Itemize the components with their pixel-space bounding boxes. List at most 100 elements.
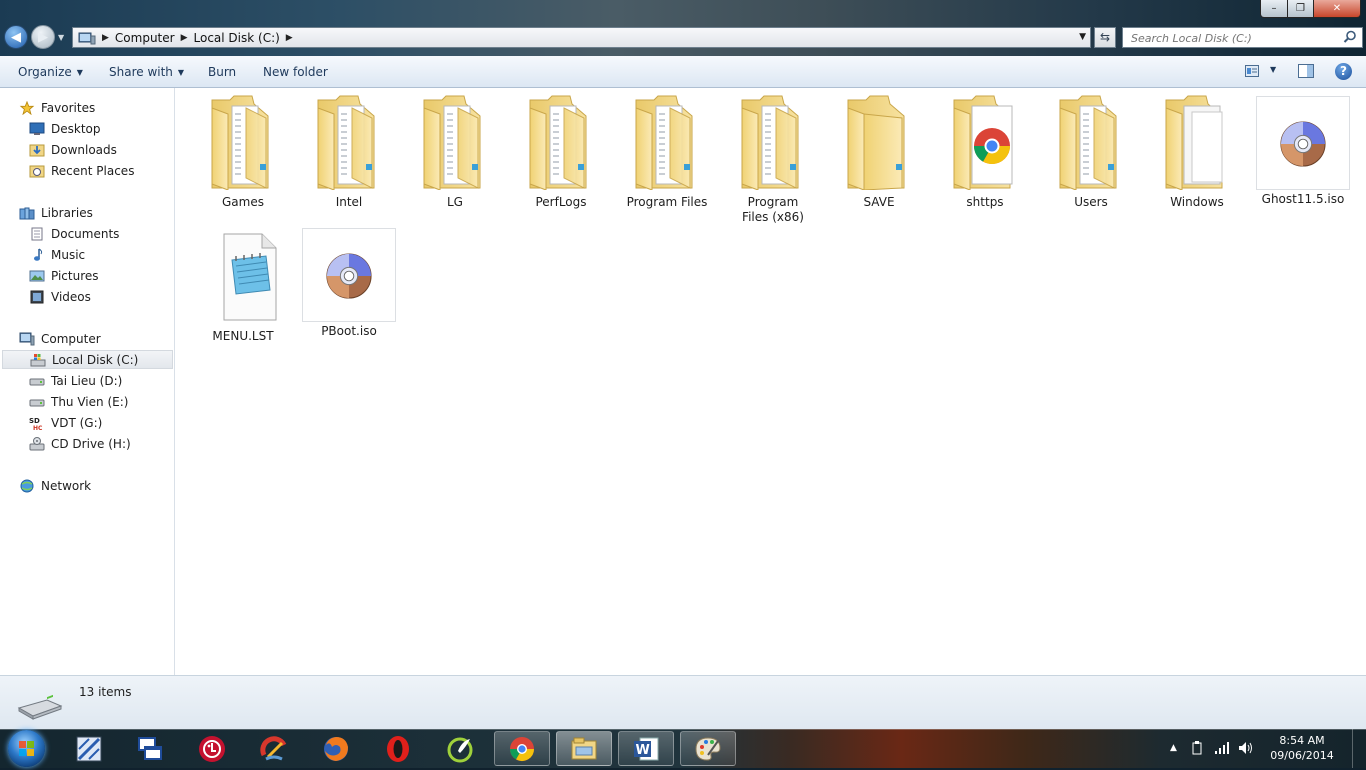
breadcrumb-local-disk[interactable]: Local Disk (C:) <box>194 31 280 45</box>
new-folder-button[interactable]: New folder <box>263 65 328 79</box>
nav-computer[interactable]: Computer <box>19 329 101 348</box>
nav-item-desktop[interactable]: Desktop <box>29 119 101 138</box>
paint-palette-icon <box>695 736 721 761</box>
nav-item-downloads[interactable]: Downloads <box>29 140 117 159</box>
show-desktop-button[interactable] <box>1352 729 1366 768</box>
nav-item-local-disk-c[interactable]: Local Disk (C:) <box>2 350 173 369</box>
start-button[interactable] <box>8 730 45 767</box>
file-menu-lst[interactable]: MENU.LST <box>192 230 294 344</box>
close-button[interactable]: ✕ <box>1313 0 1361 18</box>
nav-item-videos[interactable]: Videos <box>29 287 91 306</box>
taskbar-paint[interactable] <box>680 731 736 766</box>
nav-item-tai-lieu-d[interactable]: Tai Lieu (D:) <box>29 371 122 390</box>
breadcrumb-separator[interactable]: ▶ <box>102 33 109 43</box>
windows-logo-icon <box>19 741 34 756</box>
explorer-folder-icon <box>571 737 597 759</box>
disc-image-icon <box>1279 120 1327 168</box>
recent-pages-dropdown[interactable]: ▼ <box>58 33 64 42</box>
taskbar-ccleaner[interactable] <box>246 731 302 766</box>
status-bar: 13 items <box>0 675 1366 729</box>
folder-label: Games <box>222 195 264 209</box>
address-bar[interactable]: ▶ Computer ▶ Local Disk (C:) ▶ ▼ <box>72 27 1091 48</box>
tray-clock[interactable]: 8:54 AM 09/06/2014 <box>1268 733 1336 763</box>
taskbar-explorer[interactable] <box>556 731 612 766</box>
folder-perflogs[interactable]: PerfLogs <box>510 94 612 210</box>
svg-text:W: W <box>636 743 650 758</box>
window-titlebar: – ❐ ✕ ◀ ▶ ▼ ▶ Computer ▶ Local Disk (C:)… <box>0 0 1366 56</box>
windows-drive-icon <box>30 353 46 366</box>
nav-item-label: Recent Places <box>51 163 135 178</box>
folder-games[interactable]: Games <box>192 94 294 210</box>
folder-program-files-x86[interactable]: Program Files (x86) <box>722 94 824 225</box>
chrome-icon <box>510 736 534 761</box>
help-icon[interactable]: ? <box>1335 63 1352 80</box>
nav-item-documents[interactable]: Documents <box>29 224 119 243</box>
folder-windows[interactable]: Windows <box>1146 94 1248 210</box>
file-label: MENU.LST <box>212 329 274 343</box>
change-view-icon[interactable] <box>1245 65 1259 77</box>
file-ghost-iso[interactable]: Ghost11.5.iso <box>1252 96 1354 207</box>
address-dropdown-button[interactable]: ▼ <box>1079 32 1086 42</box>
search-icon[interactable] <box>1343 30 1357 44</box>
folder-users[interactable]: Users <box>1040 94 1142 210</box>
nav-network[interactable]: Network <box>19 476 91 495</box>
breadcrumb-separator[interactable]: ▶ <box>286 33 293 43</box>
network-signal-icon[interactable] <box>1214 741 1230 755</box>
show-hidden-icons-button[interactable]: ▲ <box>1170 743 1177 753</box>
window-stack-icon <box>138 736 162 760</box>
folder-icon <box>632 94 702 190</box>
breadcrumb-computer[interactable]: Computer <box>115 31 175 45</box>
nav-item-label: Tai Lieu (D:) <box>51 373 123 388</box>
folder-shttps[interactable]: shttps <box>934 94 1036 210</box>
folder-save[interactable]: SAVE <box>828 94 930 210</box>
taskbar-app-2[interactable] <box>122 731 178 766</box>
nav-item-vdt-g[interactable]: SD HC VDT (G:) <box>29 413 102 432</box>
refresh-button[interactable]: ⇆ <box>1094 27 1116 48</box>
taskbar-app-green[interactable] <box>432 731 488 766</box>
file-pboot-iso[interactable]: PBoot.iso <box>298 228 400 339</box>
leaf-app-icon <box>447 737 473 762</box>
taskbar-firefox[interactable] <box>308 731 364 766</box>
chevron-down-icon: ▼ <box>177 68 185 77</box>
folder-lg[interactable]: LG <box>404 94 506 210</box>
folder-icon <box>208 94 278 190</box>
view-options-dropdown[interactable]: ▼ <box>1270 65 1276 74</box>
search-input[interactable] <box>1123 28 1349 48</box>
taskbar-opera[interactable] <box>370 731 426 766</box>
organize-button[interactable]: Organize ▼ <box>18 65 83 79</box>
hard-drive-icon <box>29 378 45 385</box>
taskbar-chrome[interactable] <box>494 731 550 766</box>
volume-icon[interactable] <box>1238 741 1254 755</box>
nav-favorites[interactable]: Favorites <box>19 98 95 117</box>
nav-item-recent-places[interactable]: Recent Places <box>29 161 134 180</box>
nav-item-music[interactable]: Music <box>29 245 85 264</box>
organize-label: Organize <box>18 65 72 79</box>
forward-button[interactable]: ▶ <box>31 25 55 49</box>
folder-program-files[interactable]: Program Files <box>616 94 718 210</box>
usb-device-icon[interactable] <box>1190 741 1204 755</box>
minimize-button[interactable]: – <box>1260 0 1288 18</box>
search-box[interactable] <box>1122 27 1363 48</box>
folder-icon <box>420 94 490 190</box>
nav-item-thu-vien-e[interactable]: Thu Vien (E:) <box>29 392 128 411</box>
nav-libraries[interactable]: Libraries <box>19 203 93 222</box>
breadcrumb-separator[interactable]: ▶ <box>181 33 188 43</box>
svg-text:HC: HC <box>33 425 43 430</box>
taskbar-app-1[interactable] <box>61 731 117 766</box>
folder-icon <box>847 95 905 191</box>
maximize-button[interactable]: ❐ <box>1287 0 1314 18</box>
arrow-right-icon: ▶ <box>38 29 48 45</box>
folder-intel[interactable]: Intel <box>298 94 400 210</box>
preview-pane-icon[interactable] <box>1298 64 1314 78</box>
share-with-button[interactable]: Share with ▼ <box>109 65 184 79</box>
lg-logo-icon <box>199 735 225 762</box>
command-bar: Organize ▼ Share with ▼ Burn New folder ▼ … <box>0 56 1366 88</box>
burn-button[interactable]: Burn <box>208 65 236 79</box>
folder-icon <box>1165 95 1223 191</box>
nav-item-cd-drive-h[interactable]: CD Drive (H:) <box>29 434 131 453</box>
nav-item-pictures[interactable]: Pictures <box>29 266 99 285</box>
navigation-pane: Favorites Desktop Downloads Recent Place… <box>0 88 175 675</box>
back-button[interactable]: ◀ <box>4 25 28 49</box>
taskbar-lg-app[interactable] <box>184 731 240 766</box>
taskbar-word[interactable]: W <box>618 731 674 766</box>
